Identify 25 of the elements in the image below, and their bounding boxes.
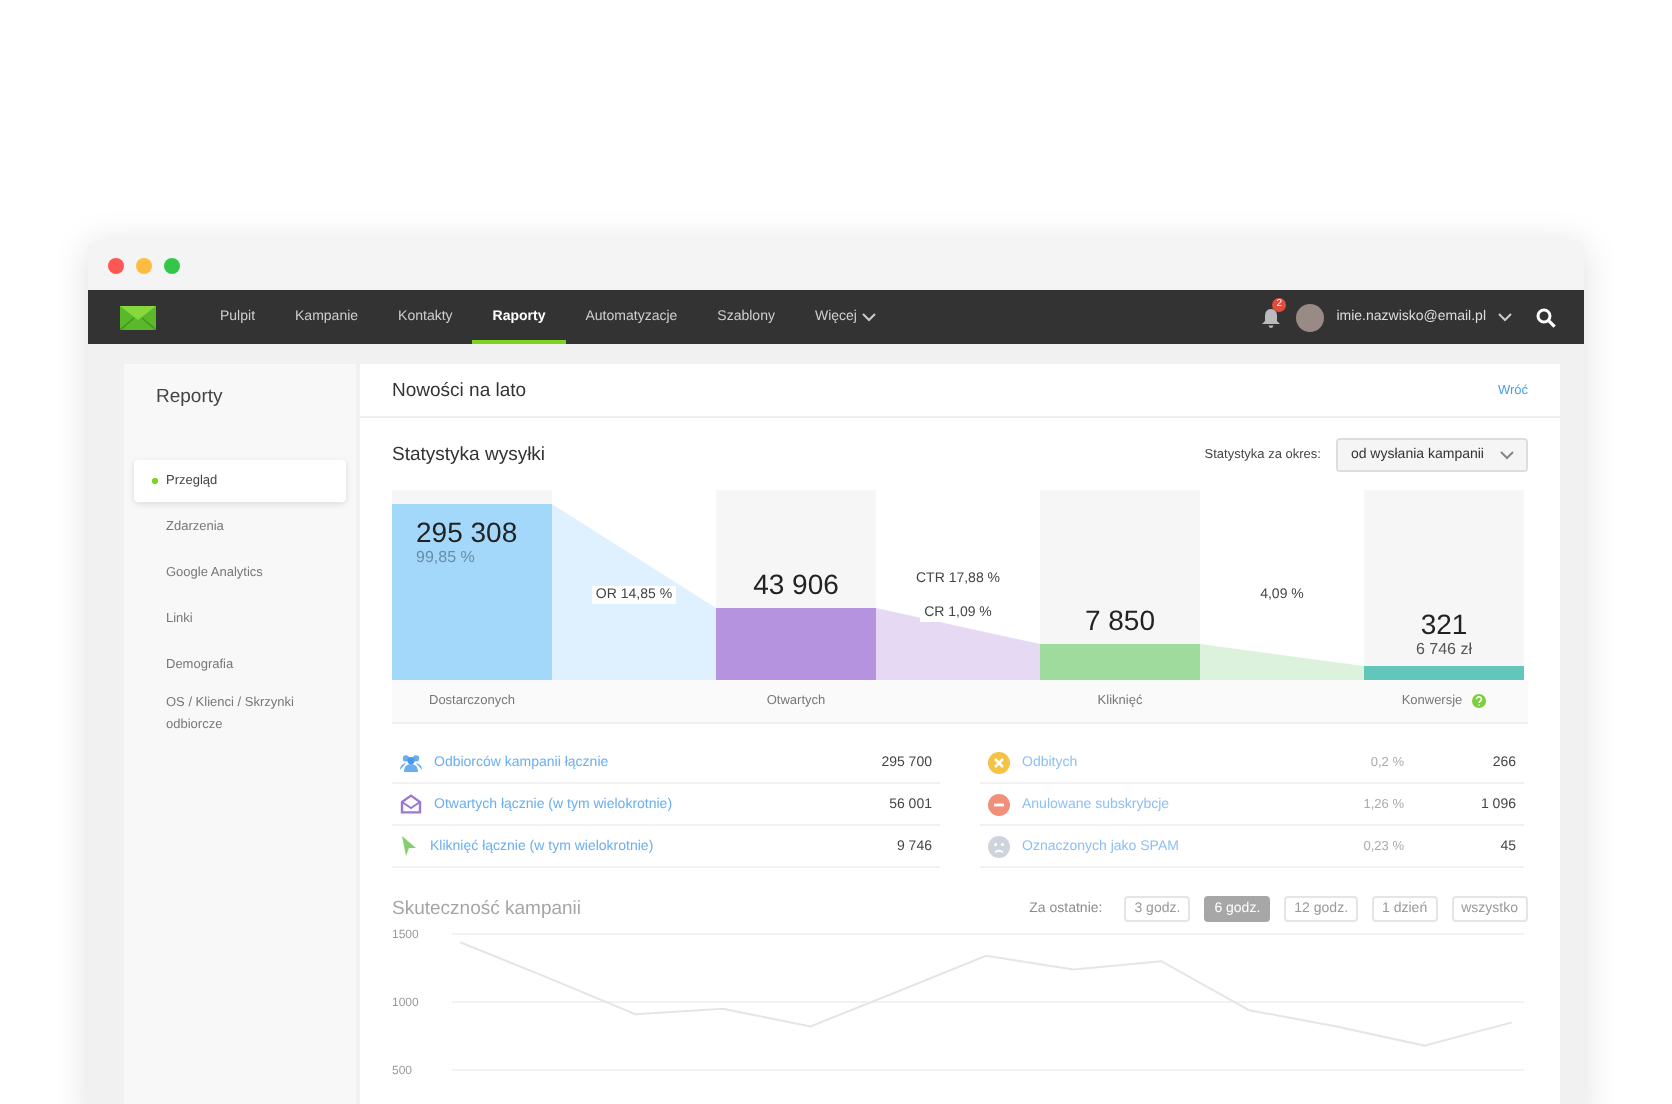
search-icon[interactable] bbox=[1536, 307, 1556, 327]
unsubscribe-icon bbox=[988, 793, 1010, 815]
bullet-icon bbox=[152, 478, 158, 484]
caret-icon bbox=[1498, 312, 1512, 322]
stage-subvalue: 99,85 % bbox=[416, 548, 477, 566]
close-button[interactable] bbox=[108, 257, 124, 273]
stage-count: 295 308 bbox=[416, 516, 518, 548]
envelope-icon bbox=[400, 794, 422, 814]
bounce-icon bbox=[988, 751, 1010, 773]
stage-count: 7 850 bbox=[1082, 604, 1158, 636]
stage-count: 43 906 bbox=[751, 568, 841, 600]
people-icon bbox=[400, 753, 422, 771]
section-title: Skuteczność kampanii bbox=[392, 898, 584, 920]
section-title: Statystyka wysyłki bbox=[392, 443, 548, 465]
avatar[interactable] bbox=[1296, 303, 1325, 331]
stage-count: 321 bbox=[1418, 608, 1470, 640]
caret-icon bbox=[862, 312, 877, 322]
bell-icon[interactable] bbox=[1262, 307, 1281, 327]
sidebar-title: Reporty bbox=[154, 384, 225, 412]
stage-subvalue: 6 746 zł bbox=[1413, 640, 1475, 658]
caret-icon bbox=[1500, 449, 1514, 459]
sad-face-icon bbox=[988, 835, 1010, 857]
campaign-title: Nowości na lato bbox=[392, 379, 527, 401]
cursor-icon bbox=[400, 836, 418, 856]
logo-icon[interactable] bbox=[120, 305, 156, 329]
